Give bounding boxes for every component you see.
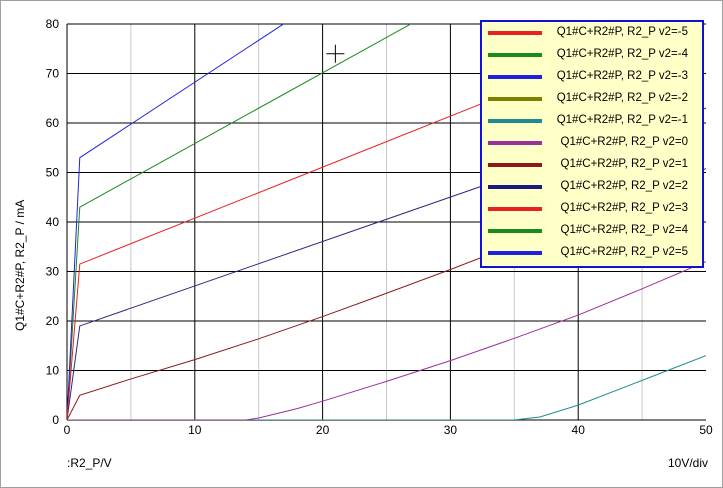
x-tick-label: 10 [188, 423, 202, 437]
legend-item[interactable]: Q1#C+R2#P, R2_P v2=-1 [482, 112, 702, 134]
y-tick-label: 40 [46, 215, 60, 229]
legend[interactable]: Q1#C+R2#P, R2_P v2=-5 Q1#C+R2#P, R2_P v2=… [480, 20, 704, 268]
legend-item[interactable]: Q1#C+R2#P, R2_P v2=5 [482, 244, 702, 266]
legend-label: Q1#C+R2#P, R2_P v2=3 [560, 202, 688, 214]
legend-label: Q1#C+R2#P, R2_P v2=2 [560, 180, 688, 192]
legend-swatch [488, 141, 542, 145]
legend-label: Q1#C+R2#P, R2_P v2=5 [560, 246, 688, 258]
x-tick-label: 40 [572, 423, 586, 437]
legend-label: Q1#C+R2#P, R2_P v2=-2 [556, 92, 688, 104]
legend-swatch [488, 31, 542, 35]
legend-item[interactable]: Q1#C+R2#P, R2_P v2=2 [482, 178, 702, 200]
legend-item[interactable]: Q1#C+R2#P, R2_P v2=-3 [482, 68, 702, 90]
x-tick-label: 20 [316, 423, 330, 437]
legend-swatch [488, 97, 542, 101]
scale-note: 10V/div [667, 456, 708, 470]
y-tick-label: 80 [46, 17, 60, 31]
legend-swatch [488, 185, 542, 189]
legend-item[interactable]: Q1#C+R2#P, R2_P v2=-4 [482, 46, 702, 68]
legend-label: Q1#C+R2#P, R2_P v2=-1 [556, 114, 688, 126]
legend-item[interactable]: Q1#C+R2#P, R2_P v2=1 [482, 156, 702, 178]
legend-item[interactable]: Q1#C+R2#P, R2_P v2=3 [482, 200, 702, 222]
legend-swatch [488, 53, 542, 57]
legend-item[interactable]: Q1#C+R2#P, R2_P v2=0 [482, 134, 702, 156]
chart-window: 0 10 20 30 40 50 60 70 80 0 10 20 30 40 50 Q1#C+R2#P, … [0, 0, 723, 488]
legend-label: Q1#C+R2#P, R2_P v2=4 [560, 224, 688, 236]
legend-swatch [488, 75, 542, 79]
y-tick-label: 10 [46, 364, 60, 378]
y-tick-label: 30 [46, 265, 60, 279]
legend-item[interactable]: Q1#C+R2#P, R2_P v2=-2 [482, 90, 702, 112]
x-axis-label: :R2_P/V [67, 456, 112, 470]
legend-swatch [488, 119, 542, 123]
legend-label: Q1#C+R2#P, R2_P v2=0 [560, 136, 688, 148]
legend-item[interactable]: Q1#C+R2#P, R2_P v2=-5 [482, 24, 702, 46]
legend-swatch [488, 229, 542, 233]
legend-swatch [488, 207, 542, 211]
y-tick-label: 60 [46, 116, 60, 130]
legend-label: Q1#C+R2#P, R2_P v2=1 [560, 158, 688, 170]
legend-item[interactable]: Q1#C+R2#P, R2_P v2=4 [482, 222, 702, 244]
legend-swatch [488, 251, 542, 255]
legend-label: Q1#C+R2#P, R2_P v2=-4 [556, 48, 688, 60]
y-tick-label: 0 [52, 413, 59, 427]
y-axis-label: Q1#C+R2#P, R2_P / mA [13, 199, 27, 331]
x-tick-label: 30 [444, 423, 458, 437]
y-tick-label: 50 [46, 166, 60, 180]
legend-label: Q1#C+R2#P, R2_P v2=-3 [556, 70, 688, 82]
x-tick-label: 50 [699, 423, 713, 437]
legend-label: Q1#C+R2#P, R2_P v2=-5 [556, 26, 688, 38]
legend-swatch [488, 163, 542, 167]
x-tick-label: 0 [64, 423, 71, 437]
y-tick-label: 70 [46, 67, 60, 81]
y-tick-label: 20 [46, 314, 60, 328]
